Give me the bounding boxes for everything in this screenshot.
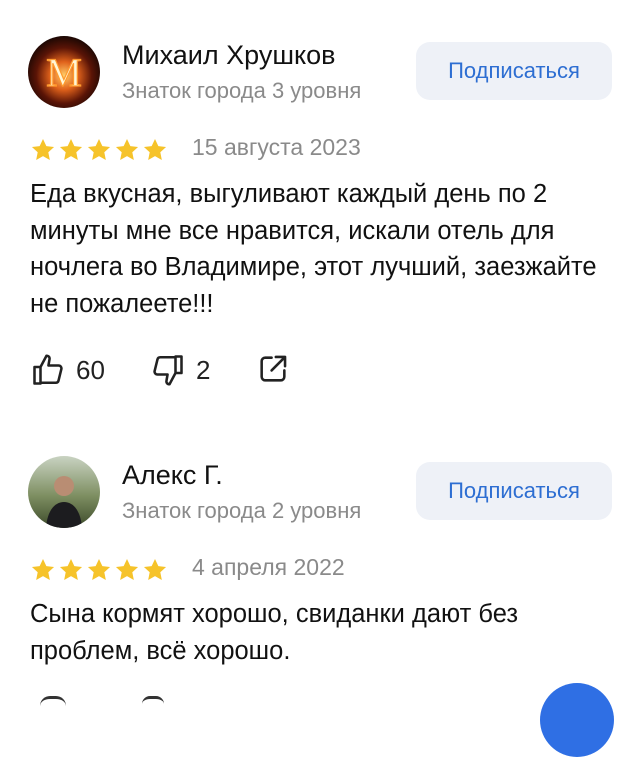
star-rating xyxy=(30,557,168,583)
thumb-up-icon xyxy=(33,354,63,385)
like-count: 60 xyxy=(76,354,105,385)
star-icon xyxy=(59,558,83,580)
star-rating xyxy=(30,137,168,163)
floating-action-button[interactable] xyxy=(540,683,614,757)
share-button[interactable] xyxy=(256,352,290,386)
review-date: 15 августа 2023 xyxy=(192,134,361,160)
star-icon xyxy=(59,138,83,160)
svg-text:M: M xyxy=(46,50,82,95)
avatar-image xyxy=(28,456,100,528)
avatar[interactable]: M xyxy=(28,36,100,108)
star-icon xyxy=(87,558,111,580)
star-icon xyxy=(143,138,167,160)
like-button[interactable]: 60 xyxy=(30,352,105,388)
star-icon xyxy=(143,558,167,580)
author-name[interactable]: Михаил Хрушков xyxy=(122,40,335,71)
avatar-image: M xyxy=(28,36,100,108)
avatar[interactable] xyxy=(28,456,100,528)
subscribe-button[interactable]: Подписаться xyxy=(416,42,612,100)
review-text: Еда вкусная, выгуливают каждый день по 2… xyxy=(30,180,597,318)
review-date: 4 апреля 2022 xyxy=(192,554,345,580)
dislike-button[interactable]: 2 xyxy=(150,352,210,388)
star-icon xyxy=(115,558,139,580)
author-name[interactable]: Алекс Г. xyxy=(122,460,223,491)
star-icon xyxy=(115,138,139,160)
star-icon xyxy=(31,138,55,160)
dislike-count: 2 xyxy=(196,354,211,385)
star-icon xyxy=(31,558,55,580)
star-icon xyxy=(87,138,111,160)
subscribe-button[interactable]: Подписаться xyxy=(416,462,612,520)
author-level: Знаток города 2 уровня xyxy=(122,498,362,523)
share-icon xyxy=(260,355,287,382)
review-text: Сына кормят хорошо, свиданки дают без пр… xyxy=(30,600,519,665)
author-level: Знаток города 3 уровня xyxy=(122,78,362,103)
thumb-down-icon xyxy=(153,355,183,386)
